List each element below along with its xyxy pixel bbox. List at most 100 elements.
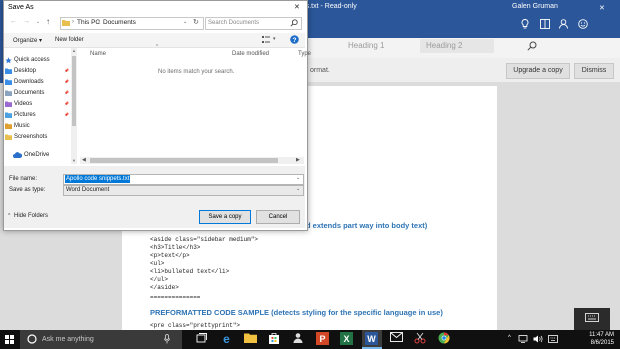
dialog-toolbar — [4, 33, 305, 48]
cancel-button[interactable]: Cancel — [256, 210, 300, 224]
nav-item-desktop[interactable]: Desktop 📌 — [5, 66, 69, 76]
column-header-name[interactable]: Name — [90, 51, 106, 57]
powerpoint-icon[interactable]: P — [316, 332, 330, 347]
language-keyboard-icon[interactable] — [548, 335, 558, 343]
scroll-left-icon[interactable]: ◀ — [82, 157, 86, 163]
music-folder-icon — [5, 123, 12, 129]
volume-icon[interactable] — [533, 335, 543, 343]
style-heading-2[interactable]: Heading 2 — [420, 39, 494, 53]
new-folder-button[interactable]: New folder — [55, 37, 84, 43]
breadcrumb-this-pc[interactable]: This PC — [77, 19, 100, 26]
word-taskbar-button-active[interactable]: W — [362, 330, 382, 349]
nav-item-quick-access[interactable]: Quick access — [5, 55, 50, 65]
show-hidden-icons-chevron-icon[interactable]: ^ — [508, 335, 511, 341]
pin-icon: 📌 — [64, 112, 69, 117]
svg-text:?: ? — [293, 37, 297, 44]
view-options-chevron-icon[interactable]: ▾ — [273, 36, 276, 42]
up-arrow-icon[interactable]: ↑ — [46, 17, 50, 26]
chrome-icon[interactable] — [438, 332, 452, 347]
task-view-icon[interactable] — [196, 332, 210, 347]
breadcrumb-separator-icon: › — [98, 19, 100, 25]
upgrade-a-copy-button[interactable]: Upgrade a copy — [506, 63, 570, 79]
dialog-close-icon[interactable]: ✕ — [294, 3, 300, 11]
taskbar-clock[interactable]: 11:47 AM 8/6/2015 — [582, 331, 614, 347]
excel-icon[interactable]: X — [340, 332, 354, 347]
smiley-icon[interactable] — [578, 19, 588, 29]
file-name-value[interactable]: Apollo code snippets.txt — [65, 175, 131, 183]
back-arrow-icon[interactable]: ← — [10, 18, 17, 25]
hscroll-thumb[interactable] — [90, 158, 278, 163]
nav-item-onedrive[interactable]: OneDrive — [13, 150, 50, 160]
scroll-right-icon[interactable]: ▶ — [296, 157, 300, 163]
doc-code-block-pre: <pre class="prettyprint"> — [150, 322, 241, 329]
folder-icon — [62, 19, 70, 26]
forward-arrow-icon[interactable]: → — [23, 18, 30, 25]
breadcrumb-documents[interactable]: Documents — [103, 19, 136, 26]
doc-heading-preformatted: PREFORMATTED CODE SAMPLE (detects stylin… — [150, 308, 443, 317]
empty-folder-message: No items match your search. — [158, 69, 235, 75]
nav-item-pictures[interactable]: Pictures 📌 — [5, 110, 69, 120]
column-header-type[interactable]: Type — [298, 51, 311, 57]
people-app-icon[interactable] — [292, 332, 306, 347]
clock-time: 11:47 AM — [589, 332, 614, 338]
pin-icon: 📌 — [64, 90, 69, 95]
nav-item-screenshots[interactable]: Screenshots — [5, 132, 48, 142]
mail-icon[interactable] — [390, 332, 404, 347]
hide-folders-button[interactable]: Hide Folders — [14, 213, 48, 219]
svg-text:X: X — [343, 334, 349, 344]
save-as-type-label: Save as type: — [9, 187, 46, 193]
search-icon[interactable] — [527, 41, 537, 51]
save-as-type-dropdown-icon[interactable]: ⌄ — [296, 186, 300, 192]
change-view-icon[interactable] — [262, 36, 270, 43]
nav-item-label: OneDrive — [24, 152, 50, 158]
doc-separator: ============== — [150, 294, 201, 301]
pin-icon: 📌 — [64, 79, 69, 84]
account-icon[interactable] — [559, 19, 568, 29]
help-icon[interactable]: ? — [290, 35, 299, 44]
svg-text:W: W — [367, 334, 376, 344]
nav-item-label: Desktop — [14, 68, 37, 74]
address-dropdown-icon[interactable]: ⌄ — [183, 19, 187, 25]
nav-item-label: Quick access — [14, 57, 50, 63]
close-window-icon[interactable]: ✕ — [599, 4, 605, 12]
notification-toast[interactable] — [574, 308, 610, 330]
snipping-tool-icon[interactable] — [414, 332, 428, 347]
message-bar — [306, 58, 620, 83]
network-icon[interactable] — [518, 335, 528, 343]
horizontal-scrollbar[interactable]: ◀ ▶ — [80, 157, 304, 164]
collapse-chevron-icon[interactable]: ^ — [8, 213, 10, 219]
search-icon[interactable] — [290, 19, 298, 27]
scroll-up-icon[interactable]: ▲ — [72, 48, 76, 53]
search-placeholder: Search Documents — [208, 19, 260, 26]
signed-in-user[interactable]: Galen Gruman — [512, 3, 558, 10]
navigation-scrollbar[interactable]: ▲ ▼ — [71, 48, 77, 164]
save-a-copy-button[interactable]: Save a copy — [199, 210, 251, 224]
microphone-icon[interactable] — [164, 334, 170, 344]
nav-item-label: Downloads — [14, 79, 44, 85]
dismiss-button[interactable]: Dismiss — [574, 63, 614, 79]
file-name-label: File name: — [9, 176, 38, 182]
nav-item-documents[interactable]: Documents 📌 — [5, 88, 69, 98]
file-name-dropdown-icon[interactable]: ⌄ — [296, 175, 300, 181]
nav-item-music[interactable]: Music — [5, 121, 30, 131]
documents-folder-icon — [5, 90, 12, 96]
style-heading-1[interactable]: Heading 1 — [342, 39, 422, 53]
nav-item-label: Documents — [14, 90, 45, 96]
scroll-down-icon[interactable]: ▼ — [72, 158, 76, 163]
pictures-folder-icon — [5, 112, 12, 118]
lightbulb-icon[interactable] — [521, 19, 529, 29]
nav-item-videos[interactable]: Videos 📌 — [5, 99, 69, 109]
organize-button[interactable]: Organize ▾ — [13, 37, 42, 44]
scroll-thumb[interactable] — [72, 56, 76, 126]
nav-item-downloads[interactable]: Downloads 📌 — [5, 77, 69, 87]
refresh-icon[interactable]: ↻ — [193, 18, 199, 26]
edge-browser-icon[interactable]: e — [220, 332, 234, 347]
share-icon[interactable] — [540, 19, 550, 29]
start-windows-icon[interactable] — [5, 335, 14, 344]
file-explorer-icon[interactable] — [244, 332, 258, 347]
column-header-date-modified[interactable]: Date modified — [232, 51, 269, 57]
doc-code-block-aside: <aside class="sidebar medium"> <h3>Title… — [150, 236, 259, 291]
nav-item-label: Screenshots — [14, 134, 48, 140]
recent-locations-chevron-icon[interactable]: ⌄ — [36, 19, 40, 25]
store-icon[interactable] — [268, 332, 282, 347]
